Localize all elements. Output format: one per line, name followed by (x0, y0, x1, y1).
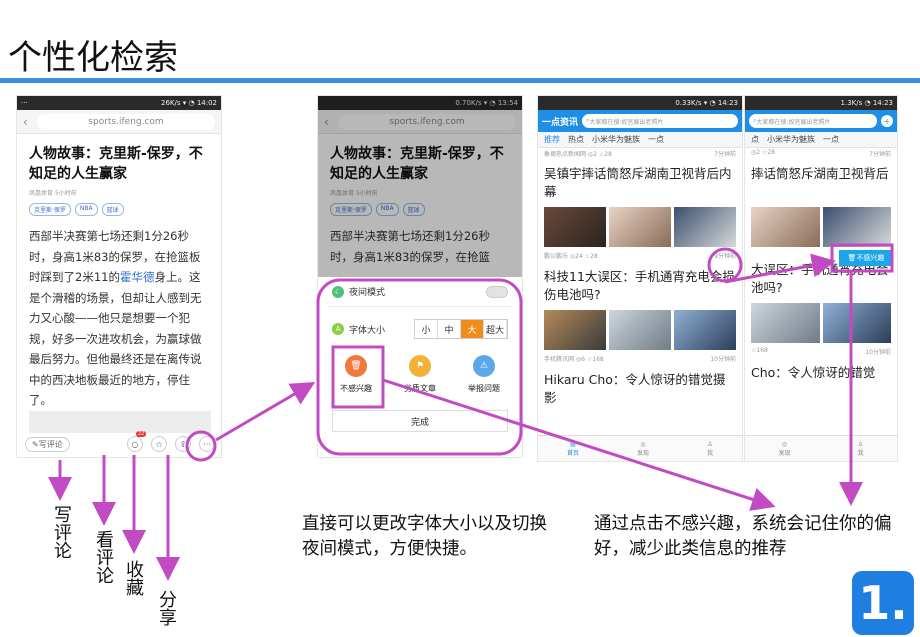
popup-highlight (830, 243, 894, 273)
label-share: 分享 (156, 590, 177, 626)
note-not-interested: 通过点击不感兴趣，系统会记住你的偏好，减少此类信息的推荐 (594, 514, 892, 559)
more-highlight (185, 430, 217, 462)
label-favorite: 收藏 (123, 560, 144, 596)
sheet-highlight (316, 278, 523, 456)
not-interested-highlight (331, 345, 385, 409)
label-write-comment: 写评论 (51, 505, 72, 559)
note-font-night: 直接可以更改字体大小以及切换夜间模式，方便快捷。 (302, 514, 547, 559)
slide-number-badge: 1. (852, 571, 914, 635)
label-view-comment: 看评论 (93, 530, 114, 584)
feed-menu-highlight (707, 247, 743, 283)
